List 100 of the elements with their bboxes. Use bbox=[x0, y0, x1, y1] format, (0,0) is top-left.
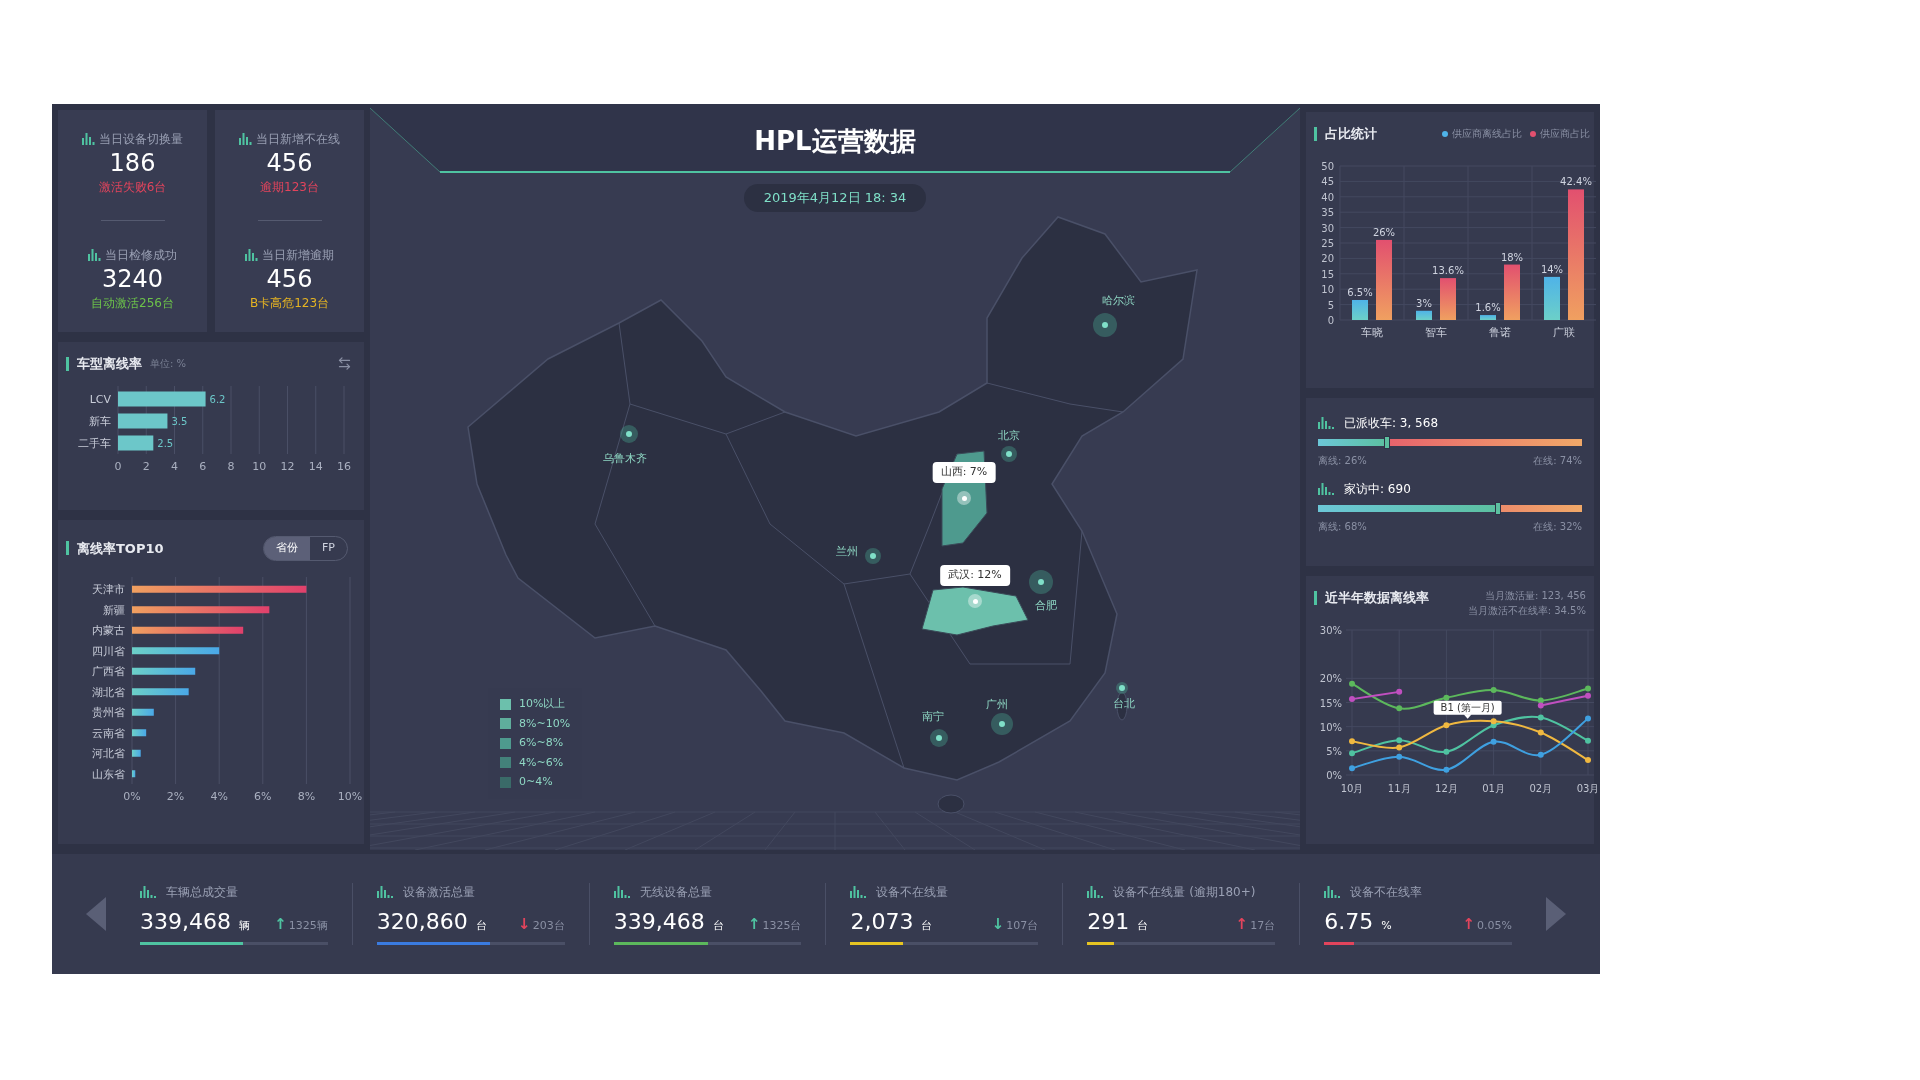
panel-title: 离线率TOP10 bbox=[77, 539, 164, 558]
panel-title: 占比统计 bbox=[1325, 125, 1377, 143]
stat-label: 车辆总成交量 bbox=[166, 884, 238, 901]
legend-label: 10%以上 bbox=[519, 696, 566, 712]
axis-label: 0% bbox=[123, 789, 141, 803]
category-label: 河北省 bbox=[92, 746, 125, 760]
datetime-badge: 2019年4月12日 18: 34 bbox=[743, 184, 927, 212]
stat-value: 2,073 bbox=[850, 908, 914, 936]
stat-delta: 0.05% bbox=[1477, 918, 1512, 934]
data-point bbox=[1585, 715, 1591, 722]
data-point bbox=[1396, 753, 1403, 760]
data-point bbox=[1443, 766, 1450, 773]
panel-title: 车型离线率 bbox=[77, 355, 142, 373]
toggle-tab[interactable]: 省份 bbox=[264, 537, 311, 560]
bar bbox=[118, 435, 154, 450]
kpi-label: 当日检修成功 bbox=[105, 246, 177, 264]
stat-value: 291 bbox=[1087, 908, 1130, 936]
stat-unit: 辆 bbox=[239, 918, 250, 934]
slider-handle[interactable] bbox=[1494, 502, 1501, 515]
category-label: 贵州省 bbox=[92, 705, 125, 719]
stat-unit: 台 bbox=[921, 918, 933, 934]
axis-label: 4% bbox=[210, 789, 228, 803]
city-label: 兰州 bbox=[836, 544, 858, 560]
city-marker bbox=[1116, 682, 1128, 694]
stat-label: 无线设备总量 bbox=[639, 884, 712, 901]
offline-label: 离线: 68% bbox=[1318, 520, 1367, 534]
stat-delta: 17台 bbox=[1250, 918, 1276, 934]
axis-label: 15 bbox=[1321, 268, 1334, 280]
value-label: 3% bbox=[1416, 297, 1432, 309]
stat-unit: 台 bbox=[712, 918, 724, 934]
data-point bbox=[1349, 696, 1355, 703]
data-point bbox=[1443, 748, 1450, 755]
city-label: 台北 bbox=[1113, 696, 1135, 712]
annotation: B1 (第一月) bbox=[1440, 702, 1495, 714]
axis-label: 0 bbox=[1327, 314, 1334, 326]
bar bbox=[132, 708, 154, 716]
city-marker bbox=[930, 729, 948, 747]
data-point bbox=[1537, 714, 1544, 721]
bar-chart-icon bbox=[140, 886, 158, 898]
left-triangle-icon bbox=[86, 897, 106, 931]
city-marker bbox=[865, 548, 881, 564]
chart-tooltip: B1 (第一月) bbox=[1433, 700, 1502, 719]
stat-unit: 台 bbox=[475, 918, 487, 934]
stat-value: 320,860 bbox=[376, 908, 468, 936]
axis-label: 14 bbox=[308, 459, 323, 473]
city-label: 南宁 bbox=[922, 709, 944, 725]
stat-label: 设备不在线量 bbox=[876, 884, 949, 901]
data-point bbox=[1585, 757, 1591, 763]
kpi-note: B卡高危123台 bbox=[249, 294, 330, 312]
city-marker bbox=[1093, 313, 1117, 337]
city-marker bbox=[1001, 446, 1017, 462]
data-point bbox=[1349, 738, 1355, 745]
slider-handle[interactable] bbox=[1383, 436, 1390, 449]
data-point bbox=[1396, 688, 1403, 695]
city-label: 合肥 bbox=[1035, 598, 1057, 614]
axis-label: 10 bbox=[252, 459, 267, 473]
axis-label: 20% bbox=[1319, 673, 1342, 685]
accent-bar bbox=[66, 356, 69, 371]
axis-label: 8% bbox=[297, 789, 316, 803]
data-point bbox=[1349, 750, 1355, 757]
axis-label: 12月 bbox=[1435, 783, 1458, 794]
legend-label: 供应商离线占比 bbox=[1452, 127, 1522, 142]
trend-arrow: ↓ bbox=[991, 917, 1005, 932]
category-label: 云南省 bbox=[92, 726, 125, 740]
legend-label: 4%~6% bbox=[519, 754, 564, 771]
axis-label: 45 bbox=[1321, 175, 1334, 187]
axis-label: 35 bbox=[1321, 206, 1334, 218]
category-label: 新疆 bbox=[103, 603, 125, 617]
city-marker bbox=[620, 425, 638, 443]
axis-label: 30% bbox=[1319, 625, 1342, 636]
trend-arrow: ↑ bbox=[747, 917, 761, 932]
axis-label: 2 bbox=[142, 459, 150, 473]
bar-chart-icon bbox=[376, 886, 395, 898]
city-label: 广州 bbox=[986, 697, 1008, 713]
axis-label: 03月 bbox=[1576, 783, 1600, 794]
stat-label: 设备不在线率 bbox=[1350, 884, 1423, 901]
bar-chart-icon bbox=[245, 248, 258, 261]
map-tooltip: 山西: 7% bbox=[932, 462, 996, 483]
category-label: 天津市 bbox=[92, 582, 125, 596]
stat-delta: 203台 bbox=[532, 918, 565, 934]
trend-arrow: ↑ bbox=[1462, 917, 1475, 932]
swap-button[interactable] bbox=[337, 356, 352, 372]
stat-delta: 1325辆 bbox=[288, 918, 328, 934]
axis-label: 02月 bbox=[1529, 783, 1553, 794]
kpi-value: 456 bbox=[266, 148, 313, 179]
axis-label: 10% bbox=[1319, 721, 1342, 733]
value-label: 42.4% bbox=[1560, 175, 1592, 187]
value-label: 3.5 bbox=[171, 415, 188, 427]
kpi-value: 456 bbox=[266, 263, 313, 294]
axis-label: 10 bbox=[1321, 283, 1334, 295]
axis-label: 40 bbox=[1321, 191, 1334, 203]
data-point bbox=[1585, 737, 1591, 744]
accent-bar bbox=[1314, 590, 1317, 605]
accent-bar bbox=[1314, 126, 1317, 141]
value-label: 18% bbox=[1500, 251, 1524, 263]
toggle-tab[interactable]: FP bbox=[310, 537, 347, 560]
axis-label: 10% bbox=[337, 789, 363, 803]
axis-label: 4 bbox=[171, 459, 178, 473]
city-marker bbox=[1029, 570, 1053, 594]
data-point bbox=[1396, 705, 1403, 712]
